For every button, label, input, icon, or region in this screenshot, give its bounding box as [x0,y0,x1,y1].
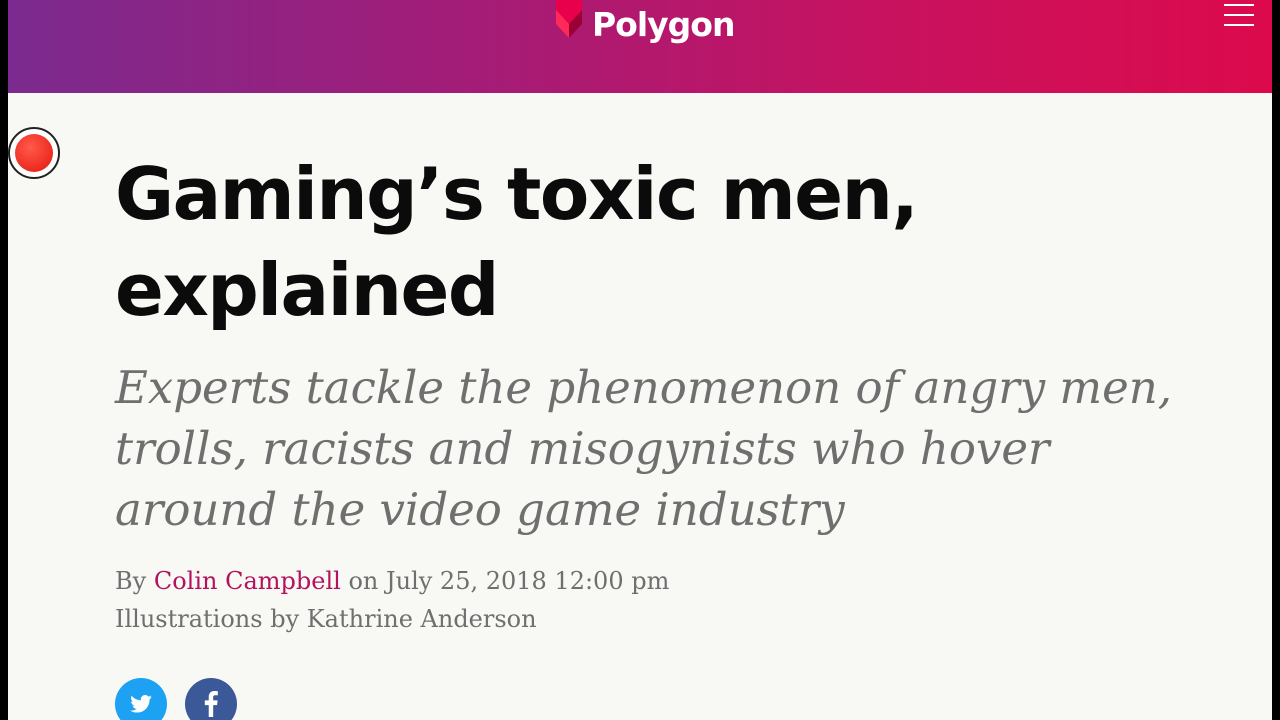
illustrations-credit: Illustrations by Kathrine Anderson [115,605,537,633]
hamburger-menu-icon[interactable] [1224,4,1254,26]
polygon-logo-mark-icon [556,0,582,38]
article-headline: Gaming’s toxic men, explained [115,146,1175,338]
site-header: Polygon [8,0,1272,93]
facebook-icon [204,691,218,717]
author-link[interactable]: Colin Campbell [154,567,341,595]
dek-line-1: Experts tackle the phenomenon of angry m… [115,361,1173,414]
twitter-share-button[interactable] [115,678,167,720]
brand-name: Polygon [592,4,735,44]
byline-prefix: By [115,567,147,595]
page-frame: Polygon Gaming’s toxic men, explained Ex… [8,0,1272,720]
byline-author-row: By Colin Campbell on July 25, 2018 12:00… [115,562,669,600]
screen-record-indicator-icon[interactable] [8,127,60,179]
share-buttons [115,678,237,720]
publish-date: on July 25, 2018 12:00 pm [348,567,670,595]
article-byline: By Colin Campbell on July 25, 2018 12:00… [115,562,669,638]
record-dot [15,134,53,172]
article-dek: Experts tackle the phenomenon of angry m… [115,357,1215,540]
polygon-logo[interactable]: Polygon [556,0,735,48]
twitter-icon [130,695,152,713]
facebook-share-button[interactable] [185,678,237,720]
dek-line-2: trolls, racists and misogynists who hove… [115,422,1050,475]
headline-line-2: explained [115,248,499,332]
headline-line-1: Gaming’s toxic men, [115,152,919,236]
dek-line-3: around the video game industry [115,483,845,536]
